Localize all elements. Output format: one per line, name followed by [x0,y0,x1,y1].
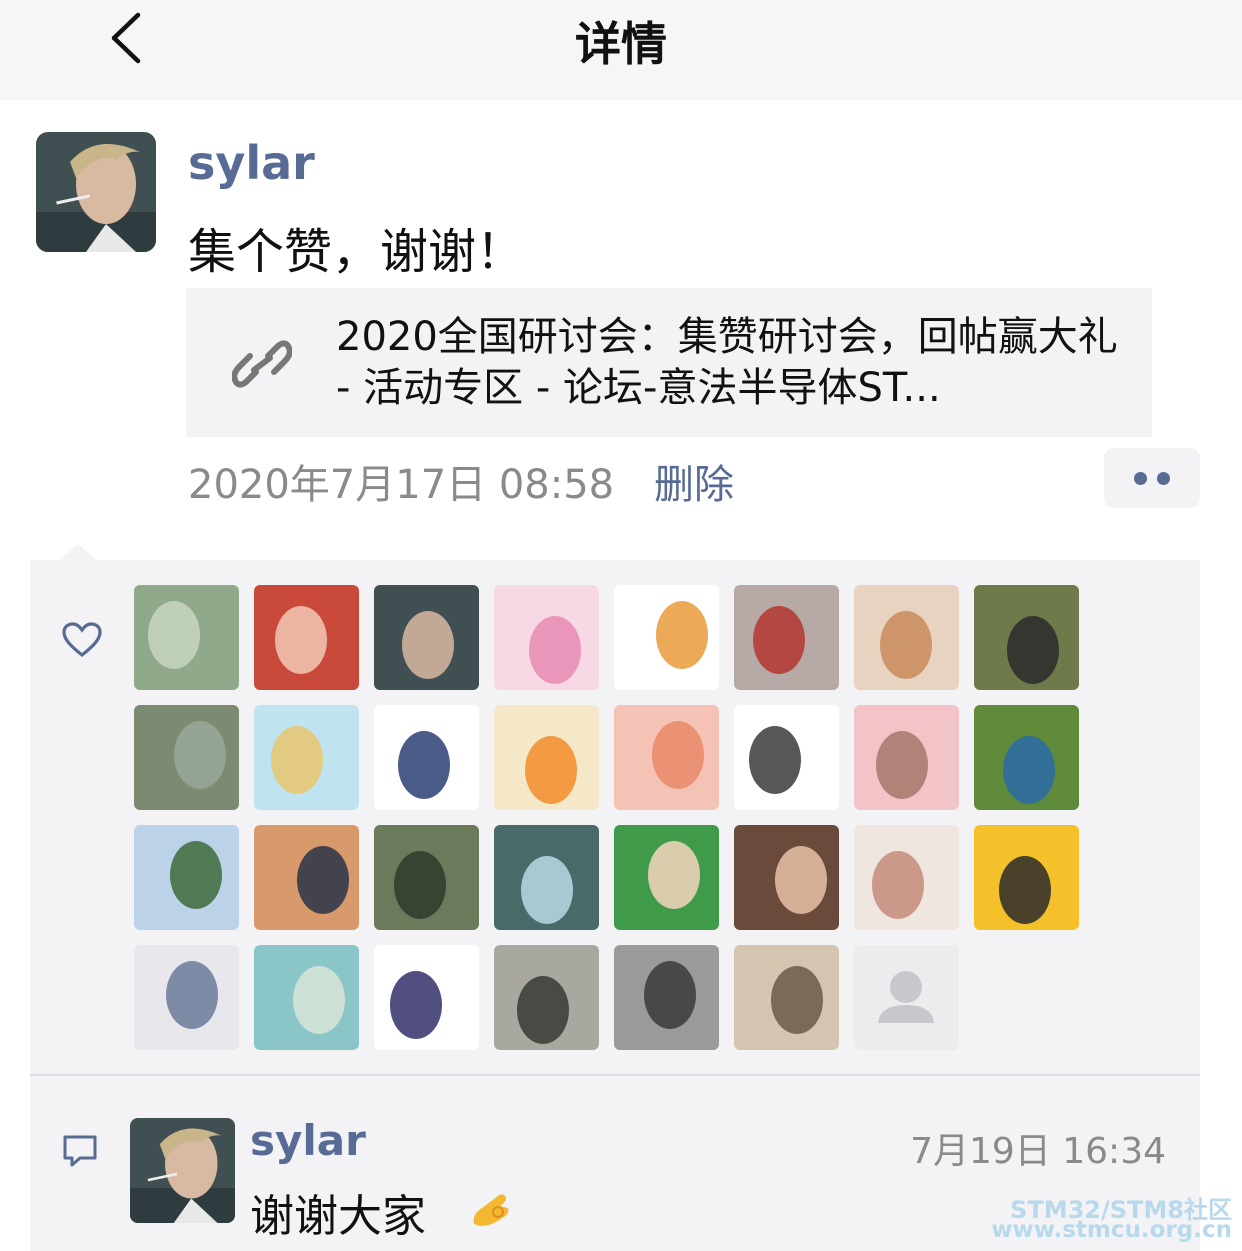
liker-avatar[interactable] [254,825,359,930]
comment-timestamp: 7月19日 16:34 [910,1131,1166,1172]
liker-avatar[interactable] [854,825,959,930]
liker-avatar[interactable] [974,705,1079,810]
liker-avatar[interactable] [614,945,719,1050]
liker-avatar[interactable] [614,705,719,810]
watermark-line2: www.stmcu.org.cn [991,1217,1232,1243]
liker-avatar[interactable] [134,945,239,1050]
more-button[interactable] [1104,448,1200,508]
liker-avatar[interactable] [494,945,599,1050]
liker-avatar[interactable] [254,945,359,1050]
person-placeholder-icon [854,945,959,1050]
author-username[interactable]: sylar [188,136,315,190]
liker-avatar[interactable] [974,585,1079,690]
post-text: 集个赞，谢谢！ [188,224,525,280]
more-dots-icon [1134,472,1147,485]
liker-avatar[interactable] [734,945,839,1050]
heart-icon [62,622,102,658]
more-dots-icon [1157,472,1170,485]
commenter-username[interactable]: sylar [250,1116,366,1165]
panel-arrow [58,544,98,561]
liker-avatar[interactable] [494,585,599,690]
liker-avatar[interactable] [494,705,599,810]
link-icon [232,340,292,388]
liker-avatar[interactable] [854,705,959,810]
liker-avatar-placeholder[interactable] [854,945,959,1050]
ok-hand-emoji [473,1194,509,1226]
liker-avatar[interactable] [254,585,359,690]
comment-text: 谢谢大家 [250,1191,426,1242]
liker-avatar[interactable] [254,705,359,810]
link-title: 2020全国研讨会：集赞研讨会，回帖赢大礼 - 活动专区 - 论坛-意法半导体S… [336,314,1118,411]
liker-avatar[interactable] [734,705,839,810]
liker-avatar[interactable] [134,825,239,930]
nav-bar: 详情 [0,0,1242,100]
comment-icon [63,1135,97,1167]
author-avatar[interactable] [36,132,156,252]
liker-avatar[interactable] [974,825,1079,930]
liker-avatar[interactable] [494,825,599,930]
liker-avatar[interactable] [614,825,719,930]
liker-avatar[interactable] [374,825,479,930]
liker-avatar[interactable] [374,705,479,810]
liker-avatar[interactable] [614,585,719,690]
liker-avatar[interactable] [134,585,239,690]
liker-avatar[interactable] [134,705,239,810]
commenter-avatar[interactable] [130,1118,235,1223]
liker-avatar[interactable] [854,585,959,690]
liker-avatar[interactable] [734,585,839,690]
liker-avatar[interactable] [374,585,479,690]
delete-button[interactable]: 删除 [654,452,734,510]
post-timestamp: 2020年7月17日 08:58 [188,462,615,508]
shared-link-card[interactable]: 2020全国研讨会：集赞研讨会，回帖赢大礼 - 活动专区 - 论坛-意法半导体S… [186,288,1152,437]
page-title: 详情 [575,17,667,71]
liker-avatar[interactable] [374,945,479,1050]
likes-panel [30,560,1200,1074]
liker-avatar[interactable] [734,825,839,930]
